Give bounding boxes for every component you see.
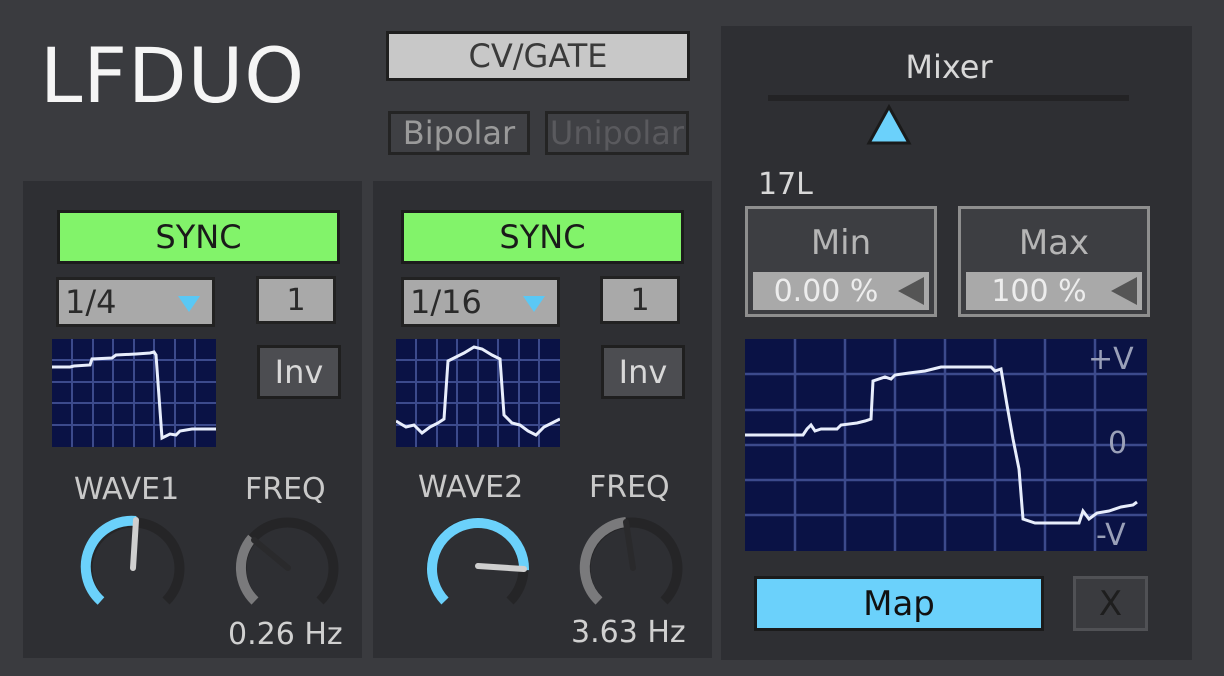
chevron-down-icon bbox=[178, 296, 200, 312]
mixer-output-scope bbox=[745, 339, 1147, 551]
clear-mapping-button[interactable]: X bbox=[1073, 576, 1148, 631]
triangle-left-icon bbox=[1111, 277, 1137, 305]
app-title: LFDUO bbox=[40, 31, 306, 120]
scope-top-label: +V bbox=[1088, 342, 1134, 377]
lfo2-sync-button[interactable]: SYNC bbox=[401, 210, 684, 264]
cv-gate-button[interactable]: CV/GATE bbox=[386, 31, 690, 81]
lfo1-rate-value: 1/4 bbox=[65, 283, 117, 321]
lfo2-rate-dropdown[interactable]: 1/16 bbox=[401, 277, 560, 327]
bipolar-button[interactable]: Bipolar bbox=[388, 111, 530, 155]
lfo1-invert-button[interactable]: Inv bbox=[257, 345, 341, 399]
lfo1-wave-label: WAVE1 bbox=[74, 472, 180, 507]
min-label: Min bbox=[810, 223, 872, 263]
scope-mid-label: 0 bbox=[1108, 426, 1128, 461]
mixer-value: 17L bbox=[758, 167, 813, 202]
lfo1-freq-value: 0.26 Hz bbox=[228, 617, 343, 652]
lfo2-multiplier-box[interactable]: 1 bbox=[600, 276, 680, 324]
scope-bottom-label: -V bbox=[1096, 518, 1126, 553]
lfo1-rate-dropdown[interactable]: 1/4 bbox=[56, 277, 215, 327]
map-button[interactable]: Map bbox=[754, 576, 1044, 631]
lfo2-wave-label: WAVE2 bbox=[418, 470, 524, 505]
lfo2-freq-label: FREQ bbox=[589, 470, 670, 505]
max-label: Max bbox=[1018, 223, 1090, 263]
chevron-down-icon bbox=[523, 296, 545, 312]
unipolar-button[interactable]: Unipolar bbox=[545, 111, 689, 155]
lfo1-wave-knob[interactable] bbox=[78, 512, 190, 616]
lfo1-freq-label: FREQ bbox=[245, 472, 326, 507]
max-value-field[interactable]: 100 % bbox=[966, 272, 1142, 310]
lfo2-freq-value: 3.63 Hz bbox=[571, 615, 686, 650]
lfo2-freq-knob[interactable] bbox=[576, 512, 688, 616]
lfo1-multiplier-box[interactable]: 1 bbox=[256, 276, 336, 324]
lfo2-invert-button[interactable]: Inv bbox=[601, 345, 685, 399]
lfo1-sync-button[interactable]: SYNC bbox=[57, 210, 340, 264]
mixer-slider-thumb-icon[interactable] bbox=[866, 104, 912, 146]
lfo1-freq-knob[interactable] bbox=[232, 512, 344, 616]
lfo2-wave-knob[interactable] bbox=[422, 512, 534, 616]
min-control[interactable]: Min 0.00 % bbox=[745, 206, 937, 317]
mixer-title: Mixer bbox=[905, 48, 993, 86]
max-value: 100 % bbox=[991, 273, 1087, 309]
lfo2-rate-value: 1/16 bbox=[410, 283, 482, 321]
max-control[interactable]: Max 100 % bbox=[958, 206, 1150, 317]
mixer-slider-track[interactable] bbox=[768, 95, 1129, 101]
min-value: 0.00 % bbox=[773, 273, 879, 309]
min-value-field[interactable]: 0.00 % bbox=[753, 272, 929, 310]
lfo2-wave-scope bbox=[396, 339, 560, 447]
lfo1-wave-scope bbox=[52, 339, 216, 447]
triangle-left-icon bbox=[898, 277, 924, 305]
